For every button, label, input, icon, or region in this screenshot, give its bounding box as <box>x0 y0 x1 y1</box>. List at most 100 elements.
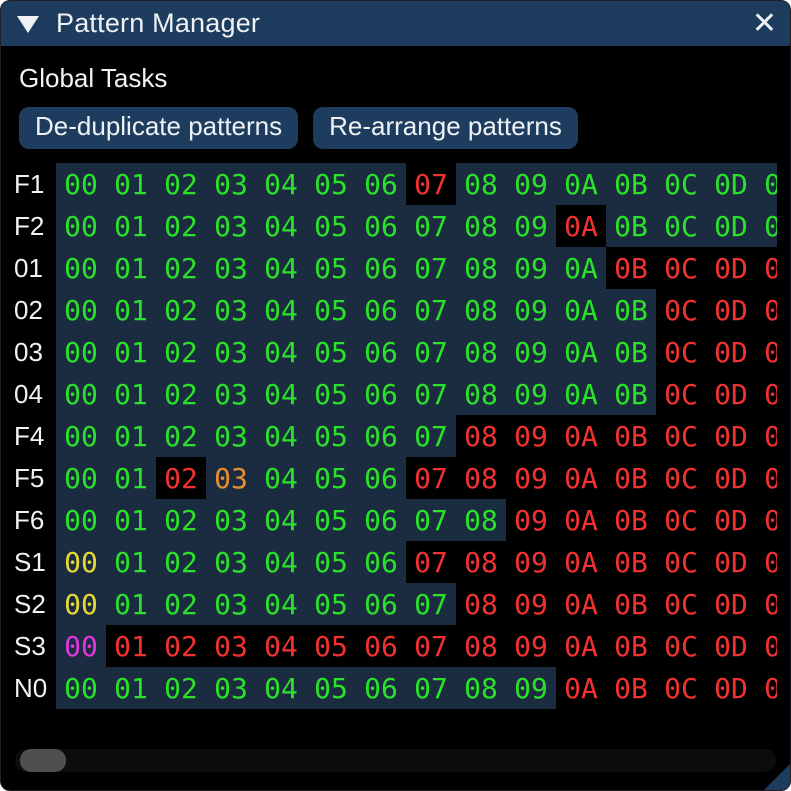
pattern-cell[interactable]: 0E <box>756 583 777 625</box>
pattern-cell[interactable]: 03 <box>206 205 256 247</box>
collapse-triangle-icon[interactable] <box>17 16 39 33</box>
pattern-cell[interactable]: 0A <box>556 667 606 709</box>
pattern-cell[interactable]: 0C <box>656 415 706 457</box>
pattern-cell[interactable]: 0E <box>756 541 777 583</box>
pattern-cell[interactable]: 0C <box>656 205 706 247</box>
pattern-cell[interactable]: 0B <box>606 667 656 709</box>
pattern-cell[interactable]: 07 <box>406 583 456 625</box>
pattern-cell[interactable]: 0C <box>656 331 706 373</box>
pattern-cell[interactable]: 00 <box>56 541 106 583</box>
pattern-cell[interactable]: 00 <box>56 499 106 541</box>
pattern-cell[interactable]: 08 <box>456 583 506 625</box>
pattern-cell[interactable]: 07 <box>406 667 456 709</box>
pattern-cell[interactable]: 09 <box>506 457 556 499</box>
pattern-cell[interactable]: 01 <box>106 247 156 289</box>
pattern-cell[interactable]: 02 <box>156 499 206 541</box>
pattern-cell[interactable]: 01 <box>106 373 156 415</box>
pattern-cell[interactable]: 03 <box>206 541 256 583</box>
pattern-cell[interactable]: 0B <box>606 583 656 625</box>
pattern-cell[interactable]: 09 <box>506 331 556 373</box>
pattern-cell[interactable]: 00 <box>56 415 106 457</box>
pattern-cell[interactable]: 09 <box>506 583 556 625</box>
pattern-cell[interactable]: 07 <box>406 163 456 205</box>
pattern-cell[interactable]: 07 <box>406 247 456 289</box>
pattern-cell[interactable]: 0E <box>756 499 777 541</box>
pattern-cell[interactable]: 04 <box>256 247 306 289</box>
pattern-cell[interactable]: 0A <box>556 541 606 583</box>
pattern-cell[interactable]: 0E <box>756 625 777 667</box>
pattern-cell[interactable]: 09 <box>506 247 556 289</box>
pattern-cell[interactable]: 0C <box>656 541 706 583</box>
pattern-cell[interactable]: 02 <box>156 289 206 331</box>
pattern-cell[interactable]: 03 <box>206 247 256 289</box>
pattern-cell[interactable]: 0E <box>756 331 777 373</box>
resize-grip-icon[interactable] <box>764 764 790 790</box>
pattern-cell[interactable]: 00 <box>56 163 106 205</box>
pattern-cell[interactable]: 08 <box>456 289 506 331</box>
pattern-cell[interactable]: 0A <box>556 499 606 541</box>
pattern-cell[interactable]: 0B <box>606 457 656 499</box>
pattern-cell[interactable]: 03 <box>206 583 256 625</box>
pattern-cell[interactable]: 0A <box>556 415 606 457</box>
pattern-cell[interactable]: 0D <box>706 163 756 205</box>
pattern-cell[interactable]: 05 <box>306 667 356 709</box>
pattern-cell[interactable]: 09 <box>506 625 556 667</box>
pattern-cell[interactable]: 0A <box>556 625 606 667</box>
pattern-cell[interactable]: 02 <box>156 415 206 457</box>
pattern-cell[interactable]: 03 <box>206 415 256 457</box>
pattern-cell[interactable]: 07 <box>406 541 456 583</box>
pattern-cell[interactable]: 0D <box>706 205 756 247</box>
pattern-cell[interactable]: 01 <box>106 499 156 541</box>
pattern-cell[interactable]: 05 <box>306 415 356 457</box>
title-bar[interactable]: Pattern Manager ✕ <box>1 1 790 47</box>
pattern-cell[interactable]: 04 <box>256 289 306 331</box>
pattern-cell[interactable]: 08 <box>456 247 506 289</box>
pattern-cell[interactable]: 0E <box>756 289 777 331</box>
pattern-cell[interactable]: 0D <box>706 667 756 709</box>
pattern-cell[interactable]: 00 <box>56 457 106 499</box>
pattern-cell[interactable]: 07 <box>406 205 456 247</box>
pattern-cell[interactable]: 0D <box>706 583 756 625</box>
pattern-cell[interactable]: 06 <box>356 499 406 541</box>
pattern-cell[interactable]: 03 <box>206 625 256 667</box>
pattern-cell[interactable]: 04 <box>256 415 306 457</box>
pattern-cell[interactable]: 02 <box>156 163 206 205</box>
pattern-cell[interactable]: 0B <box>606 415 656 457</box>
pattern-cell[interactable]: 0B <box>606 625 656 667</box>
pattern-cell[interactable]: 08 <box>456 163 506 205</box>
pattern-cell[interactable]: 07 <box>406 373 456 415</box>
pattern-cell[interactable]: 02 <box>156 331 206 373</box>
pattern-cell[interactable]: 0A <box>556 331 606 373</box>
pattern-cell[interactable]: 06 <box>356 415 406 457</box>
pattern-cell[interactable]: 0A <box>556 373 606 415</box>
pattern-cell[interactable]: 06 <box>356 163 406 205</box>
pattern-cell[interactable]: 08 <box>456 625 506 667</box>
pattern-cell[interactable]: 0B <box>606 541 656 583</box>
pattern-cell[interactable]: 06 <box>356 457 406 499</box>
pattern-cell[interactable]: 00 <box>56 205 106 247</box>
pattern-cell[interactable]: 06 <box>356 247 406 289</box>
pattern-cell[interactable]: 05 <box>306 205 356 247</box>
pattern-cell[interactable]: 06 <box>356 667 406 709</box>
pattern-cell[interactable]: 07 <box>406 499 456 541</box>
pattern-cell[interactable]: 0B <box>606 331 656 373</box>
pattern-cell[interactable]: 00 <box>56 331 106 373</box>
pattern-cell[interactable]: 00 <box>56 583 106 625</box>
pattern-cell[interactable]: 02 <box>156 247 206 289</box>
pattern-cell[interactable]: 0C <box>656 625 706 667</box>
pattern-cell[interactable]: 0E <box>756 163 777 205</box>
pattern-cell[interactable]: 00 <box>56 289 106 331</box>
pattern-cell[interactable]: 02 <box>156 667 206 709</box>
pattern-cell[interactable]: 05 <box>306 541 356 583</box>
pattern-cell[interactable]: 06 <box>356 583 406 625</box>
pattern-cell[interactable]: 0B <box>606 373 656 415</box>
pattern-cell[interactable]: 03 <box>206 499 256 541</box>
pattern-cell[interactable]: 0D <box>706 415 756 457</box>
pattern-cell[interactable]: 0A <box>556 583 606 625</box>
pattern-cell[interactable]: 0C <box>656 247 706 289</box>
pattern-cell[interactable]: 04 <box>256 373 306 415</box>
pattern-cell[interactable]: 01 <box>106 331 156 373</box>
pattern-cell[interactable]: 0D <box>706 289 756 331</box>
pattern-cell[interactable]: 07 <box>406 457 456 499</box>
horizontal-scrollbar[interactable] <box>15 749 776 772</box>
